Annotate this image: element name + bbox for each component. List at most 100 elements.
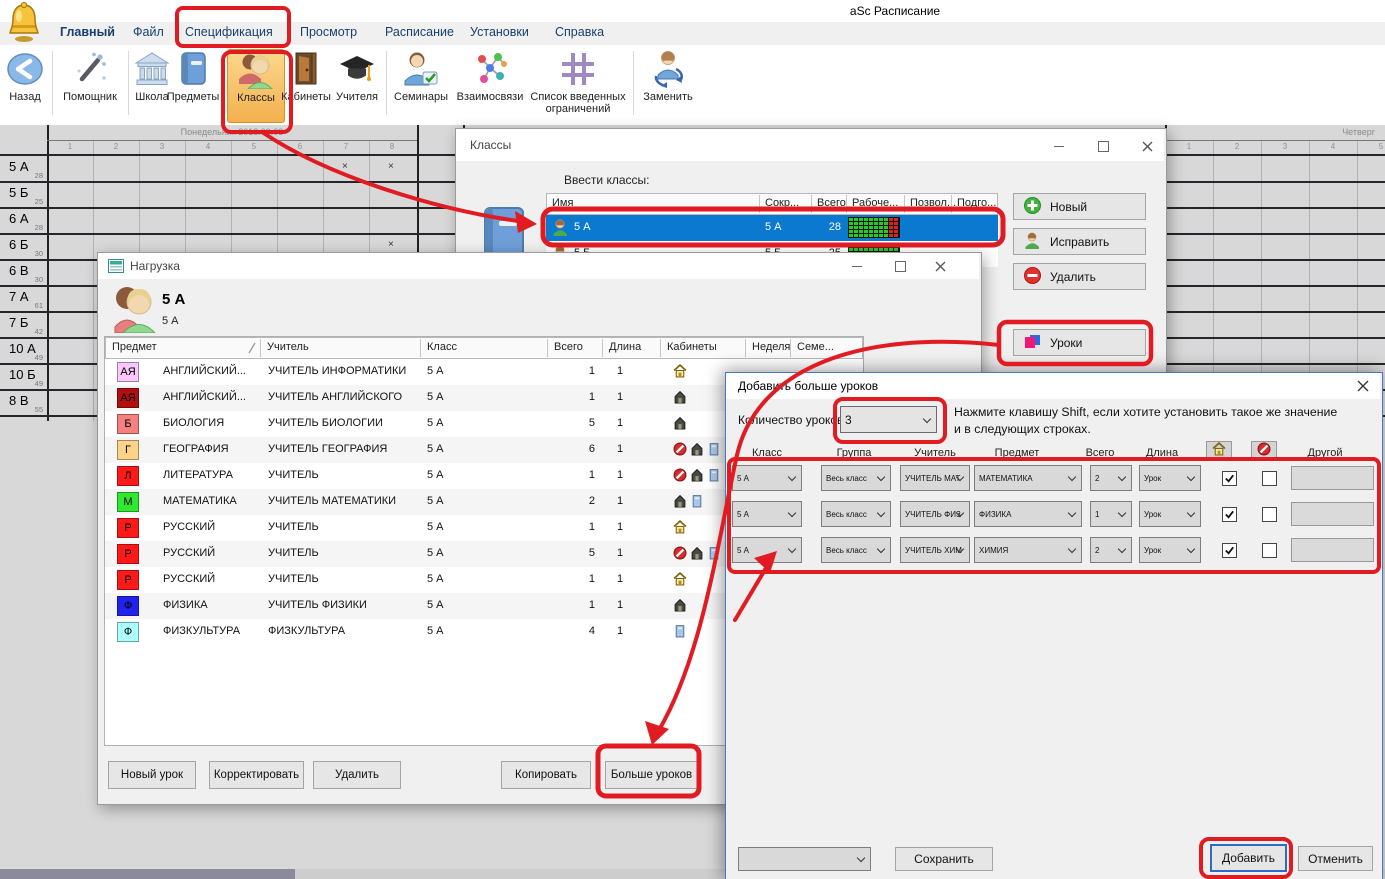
forbidden-room-checkbox[interactable] xyxy=(1262,471,1277,486)
load-column-header[interactable]: Класс xyxy=(427,341,457,353)
period-label: 7 xyxy=(336,142,356,151)
class-row-label: 10 Б49 xyxy=(0,363,47,389)
load-column-header[interactable]: Длина xyxy=(609,341,641,353)
toolbar-separator-3 xyxy=(633,51,634,115)
class-combo[interactable]: 5 А xyxy=(732,465,802,491)
add-dialog-title: Добавить больше уроков xyxy=(738,379,878,393)
period-label: 2 xyxy=(1227,142,1247,151)
period-label: 4 xyxy=(198,142,218,151)
menu-item-3[interactable]: Просмотр xyxy=(300,25,357,39)
toolbar-separator-0 xyxy=(52,51,53,115)
delete-button[interactable]: Удалить xyxy=(313,761,401,789)
load-column-header[interactable]: Учитель xyxy=(267,341,309,353)
period-label: 3 xyxy=(152,142,172,151)
classes-column-header[interactable]: Рабоче... xyxy=(852,197,898,209)
home-room-column-button[interactable] xyxy=(1206,441,1232,461)
subject-badge: Л xyxy=(117,466,139,486)
menu-item-0[interactable]: Главный xyxy=(60,25,115,39)
home-room-checkbox[interactable] xyxy=(1222,543,1237,558)
lesson-count-combo[interactable]: 3 xyxy=(840,406,937,433)
classes-column-header[interactable]: Имя xyxy=(552,197,573,209)
forbidden-room-checkbox[interactable] xyxy=(1262,543,1277,558)
toolbar-button-3[interactable]: Предметы xyxy=(160,49,226,121)
toolbar-button-5[interactable]: Кабинеты xyxy=(275,49,337,121)
other-field[interactable] xyxy=(1291,538,1374,562)
save-button[interactable]: Сохранить xyxy=(895,847,993,871)
bottom-combo[interactable] xyxy=(738,847,871,871)
menu-item-6[interactable]: Справка xyxy=(555,25,604,39)
other-field[interactable] xyxy=(1291,466,1374,490)
group-combo[interactable]: Весь класс xyxy=(821,465,891,491)
toolbar-button-9[interactable]: Список введенных ограничений xyxy=(525,49,631,121)
class-row-label: 6 А28 xyxy=(0,207,47,233)
length-combo[interactable]: Урок xyxy=(1139,501,1201,527)
classes-column-header[interactable]: Позвол... xyxy=(910,197,956,209)
length-combo[interactable]: Урок xyxy=(1139,537,1201,563)
new-class-button[interactable]: Новый xyxy=(1013,193,1146,220)
shared-icon xyxy=(673,416,687,430)
toolbar-button-1[interactable]: Помощник xyxy=(53,49,127,121)
close-icon[interactable] xyxy=(929,257,951,275)
lessons-icon xyxy=(1024,333,1041,353)
shared-icon xyxy=(673,390,687,404)
correct-button[interactable]: Корректировать xyxy=(209,761,304,789)
classes-column-header[interactable]: Подго... xyxy=(957,197,996,209)
load-column-header[interactable]: Семе... xyxy=(797,341,834,353)
close-icon[interactable] xyxy=(1136,137,1158,155)
subject-combo[interactable]: ФИЗИКА xyxy=(974,501,1082,527)
subject-combo[interactable]: МАТЕМАТИКА xyxy=(974,465,1082,491)
minimize-button[interactable] xyxy=(1048,137,1070,155)
menu-bar: Главный Файл Спецификация Просмотр Расписани… xyxy=(0,22,1385,45)
menu-item-4[interactable]: Расписание xyxy=(385,25,454,39)
teacher-combo[interactable]: УЧИТЕЛЬ ФИЗ xyxy=(900,501,970,527)
toolbar-button-8[interactable]: Взаимосвязи xyxy=(447,49,533,121)
total-combo[interactable]: 2 xyxy=(1090,537,1132,563)
toolbar-button-0[interactable]: Назад xyxy=(0,49,54,121)
load-column-header[interactable]: Неделя xyxy=(752,341,790,353)
menu-item-5[interactable]: Установки xyxy=(470,25,529,39)
edit-class-button[interactable]: Исправить xyxy=(1013,228,1146,255)
menu-item-2[interactable]: Спецификация xyxy=(185,25,273,39)
horizontal-scrollbar-thumb[interactable] xyxy=(0,869,295,879)
other-field[interactable] xyxy=(1291,502,1374,526)
add-dialog-titlebar: Добавить больше уроков xyxy=(726,373,1380,399)
maximize-button[interactable] xyxy=(1092,137,1114,155)
load-column-header[interactable]: Кабинеты xyxy=(667,341,717,353)
forbidden-room-column-button[interactable] xyxy=(1251,441,1277,461)
group-combo[interactable]: Весь класс xyxy=(821,501,891,527)
copy-button[interactable]: Копировать xyxy=(501,761,591,789)
menu-item-1[interactable]: Файл xyxy=(133,25,164,39)
classes-column-header[interactable]: Сокр... xyxy=(765,197,799,209)
classes-table-row[interactable]: 5 А5 А28 xyxy=(546,215,998,241)
toolbar-button-10[interactable]: Заменить xyxy=(635,49,701,121)
subject-combo[interactable]: ХИМИЯ xyxy=(974,537,1082,563)
lessons-button[interactable]: Уроки xyxy=(1013,329,1146,356)
total-combo[interactable]: 2 xyxy=(1090,465,1132,491)
length-combo[interactable]: Урок xyxy=(1139,465,1201,491)
home-room-checkbox[interactable] xyxy=(1222,471,1237,486)
shared-icon xyxy=(690,442,704,456)
home-room-checkbox[interactable] xyxy=(1222,507,1237,522)
maximize-button[interactable] xyxy=(889,257,911,275)
more-lessons-button[interactable]: Больше уроков xyxy=(605,761,698,789)
classes-column-header[interactable]: Всего xyxy=(817,197,846,209)
class-combo[interactable]: 5 А xyxy=(732,537,802,563)
toolbar-button-6[interactable]: Учителя xyxy=(329,49,385,121)
forbidden-room-checkbox[interactable] xyxy=(1262,507,1277,522)
new-lesson-button[interactable]: Новый урок xyxy=(108,761,196,789)
enter-classes-label: Ввести классы: xyxy=(564,173,649,187)
load-column-header[interactable]: Всего xyxy=(554,341,583,353)
delete-class-button[interactable]: Удалить xyxy=(1013,263,1146,290)
total-combo[interactable]: 1 xyxy=(1090,501,1132,527)
teacher-combo[interactable]: УЧИТЕЛЬ ХИМ xyxy=(900,537,970,563)
teacher-combo[interactable]: УЧИТЕЛЬ МАТ xyxy=(900,465,970,491)
class-combo[interactable]: 5 А xyxy=(732,501,802,527)
add-button[interactable]: Добавить xyxy=(1210,844,1287,872)
back-icon xyxy=(5,49,45,89)
close-icon[interactable] xyxy=(1352,377,1374,395)
class-row-label: 6 Б30 xyxy=(0,233,47,259)
minimize-button[interactable] xyxy=(846,257,868,275)
group-combo[interactable]: Весь класс xyxy=(821,537,891,563)
load-column-header[interactable]: Предмет xyxy=(112,341,157,353)
cancel-button[interactable]: Отменить xyxy=(1298,846,1373,871)
